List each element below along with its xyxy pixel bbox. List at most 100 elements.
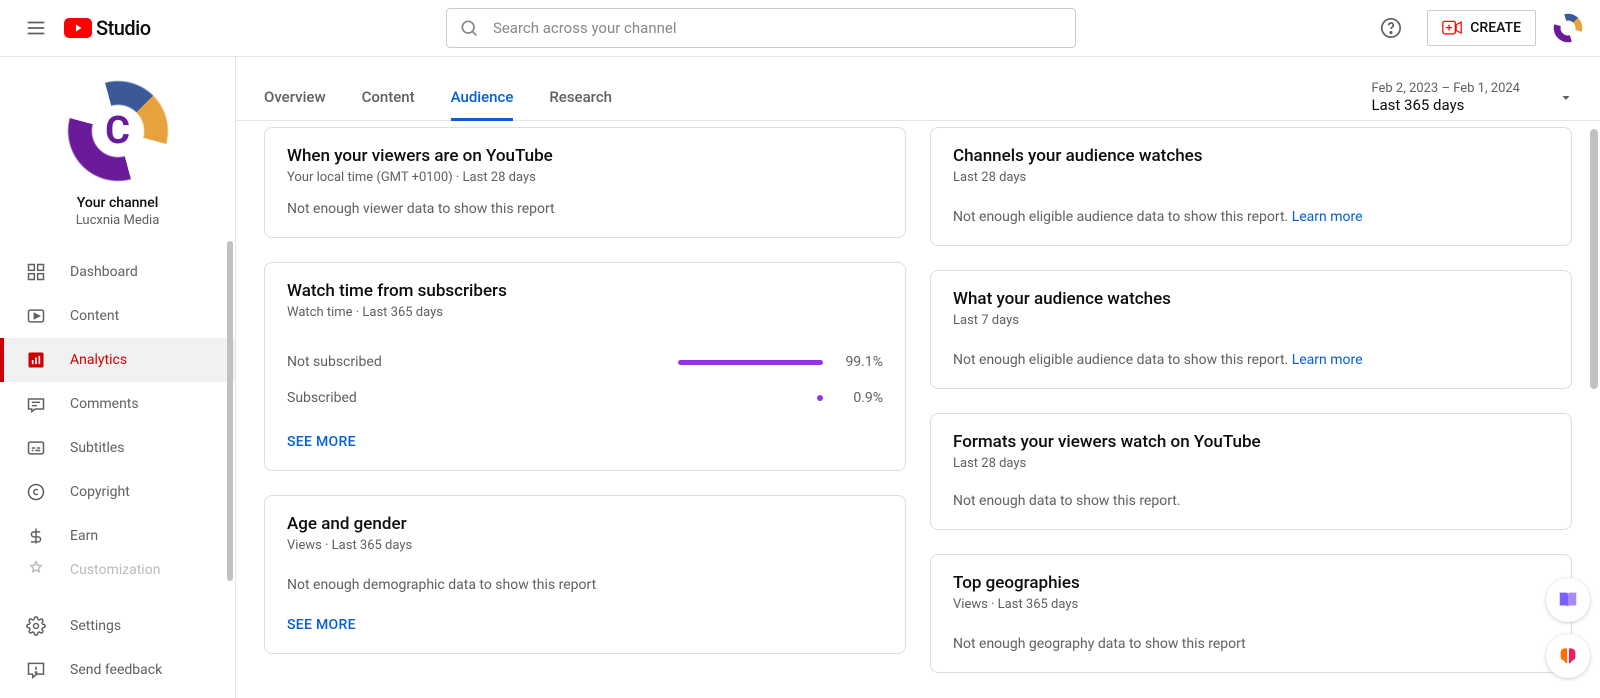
sidebar-item-label: Customization [70, 562, 160, 578]
card-channels-watched: Channels your audience watches Last 28 d… [930, 127, 1572, 246]
card-subtitle: Last 7 days [953, 313, 1549, 328]
earn-icon [24, 524, 48, 548]
bar-dot [817, 395, 823, 401]
main-scrollbar[interactable] [1590, 129, 1598, 389]
logo-text: Studio [96, 16, 151, 40]
channel-name: Lucxnia Media [0, 213, 235, 228]
brain-icon [1557, 645, 1579, 667]
search-placeholder: Search across your channel [493, 19, 677, 37]
learn-more-link[interactable]: Learn more [1292, 352, 1363, 368]
card-top-geographies: Top geographies Views · Last 365 days No… [930, 554, 1572, 673]
float-guide-button[interactable] [1546, 578, 1590, 622]
card-subtitle: Last 28 days [953, 170, 1549, 185]
card-title: Channels your audience watches [953, 146, 1549, 166]
tab-content[interactable]: Content [362, 88, 415, 120]
sidebar-item-customization[interactable]: Customization [0, 558, 235, 582]
card-subtitle: Your local time (GMT +0100) · Last 28 da… [287, 170, 883, 185]
subtitles-icon [24, 436, 48, 460]
card-viewers-on-youtube: When your viewers are on YouTube Your lo… [264, 127, 906, 238]
card-empty-msg: Not enough demographic data to show this… [287, 577, 883, 593]
customization-icon [24, 558, 48, 582]
tab-label: Research [549, 88, 612, 106]
create-video-icon [1442, 18, 1462, 38]
tab-overview[interactable]: Overview [264, 88, 326, 120]
card-title: Formats your viewers watch on YouTube [953, 432, 1549, 452]
bar-label: Subscribed [287, 390, 597, 406]
account-avatar[interactable] [1552, 12, 1584, 44]
sidebar-item-analytics[interactable]: Analytics [0, 338, 235, 382]
card-title: Top geographies [953, 573, 1549, 593]
channel-avatar[interactable]: C [62, 75, 174, 187]
sidebar-item-dashboard[interactable]: Dashboard [0, 250, 235, 294]
tab-label: Content [362, 88, 415, 106]
card-empty-msg: Not enough eligible audience data to sho… [953, 352, 1549, 368]
sidebar-item-label: Subtitles [70, 440, 125, 456]
sidebar-item-label: Content [70, 308, 119, 324]
sidebar-item-subtitles[interactable]: Subtitles [0, 426, 235, 470]
sidebar-item-label: Earn [70, 528, 98, 544]
card-empty-msg: Not enough data to show this report. [953, 493, 1549, 509]
tab-research[interactable]: Research [549, 88, 612, 120]
card-subtitle: Last 28 days [953, 456, 1549, 471]
help-icon [1380, 17, 1402, 39]
youtube-studio-logo[interactable]: Studio [64, 16, 151, 40]
tab-label: Audience [451, 88, 514, 106]
card-subtitle: Watch time · Last 365 days [287, 305, 883, 320]
dashboard-icon [24, 260, 48, 284]
bar-row-subscribed: Subscribed 0.9% [287, 380, 883, 416]
sidebar-item-copyright[interactable]: Copyright [0, 470, 235, 514]
empty-text: Not enough eligible audience data to sho… [953, 209, 1292, 225]
feedback-icon [24, 658, 48, 682]
gear-icon [24, 614, 48, 638]
sidebar-item-content[interactable]: Content [0, 294, 235, 338]
card-age-gender: Age and gender Views · Last 365 days Not… [264, 495, 906, 654]
date-range-selector[interactable]: Feb 2, 2023 – Feb 1, 2024 Last 365 days [1371, 81, 1572, 120]
sidebar-scrollbar[interactable] [227, 241, 233, 581]
card-subtitle: Views · Last 365 days [953, 597, 1549, 612]
sidebar-item-label: Copyright [70, 484, 130, 500]
comments-icon [24, 392, 48, 416]
youtube-play-icon [64, 18, 92, 38]
your-channel-label: Your channel [0, 195, 235, 211]
help-button[interactable] [1371, 8, 1411, 48]
book-open-icon [1557, 589, 1579, 611]
bar-value: 0.9% [833, 390, 883, 406]
chevron-down-icon [1560, 92, 1572, 104]
sidebar-item-label: Dashboard [70, 264, 138, 280]
bar-value: 99.1% [833, 354, 883, 370]
card-empty-msg: Not enough geography data to show this r… [953, 636, 1549, 652]
date-range-line1: Feb 2, 2023 – Feb 1, 2024 [1371, 81, 1520, 96]
bar-label: Not subscribed [287, 354, 597, 370]
create-label: CREATE [1470, 20, 1521, 36]
sidebar-item-comments[interactable]: Comments [0, 382, 235, 426]
sidebar-item-label: Send feedback [70, 662, 162, 678]
card-title: Watch time from subscribers [287, 281, 883, 301]
float-brain-button[interactable] [1546, 634, 1590, 678]
content-icon [24, 304, 48, 328]
empty-text: Not enough eligible audience data to sho… [953, 352, 1292, 368]
create-button[interactable]: CREATE [1427, 10, 1536, 46]
tab-audience[interactable]: Audience [451, 88, 514, 120]
tab-label: Overview [264, 88, 326, 106]
card-subtitle: Views · Last 365 days [287, 538, 883, 553]
card-what-audience-watches: What your audience watches Last 7 days N… [930, 270, 1572, 389]
card-formats-watched: Formats your viewers watch on YouTube La… [930, 413, 1572, 530]
see-more-link[interactable]: SEE MORE [287, 434, 883, 450]
date-range-line2: Last 365 days [1371, 96, 1520, 114]
copyright-icon [24, 480, 48, 504]
card-title: Age and gender [287, 514, 883, 534]
search-input[interactable]: Search across your channel [446, 8, 1076, 48]
sidebar-item-feedback[interactable]: Send feedback [0, 648, 235, 692]
hamburger-menu-button[interactable] [16, 8, 56, 48]
sidebar-item-label: Settings [70, 618, 121, 634]
sidebar-item-label: Analytics [70, 352, 127, 368]
card-empty-msg: Not enough viewer data to show this repo… [287, 201, 883, 217]
see-more-link[interactable]: SEE MORE [287, 617, 883, 633]
sidebar-item-settings[interactable]: Settings [0, 604, 235, 648]
learn-more-link[interactable]: Learn more [1292, 209, 1363, 225]
sidebar-item-earn[interactable]: Earn [0, 514, 235, 558]
sidebar-item-label: Comments [70, 396, 139, 412]
card-empty-msg: Not enough eligible audience data to sho… [953, 209, 1549, 225]
card-title: When your viewers are on YouTube [287, 146, 883, 166]
bar-row-not-subscribed: Not subscribed 99.1% [287, 344, 883, 380]
